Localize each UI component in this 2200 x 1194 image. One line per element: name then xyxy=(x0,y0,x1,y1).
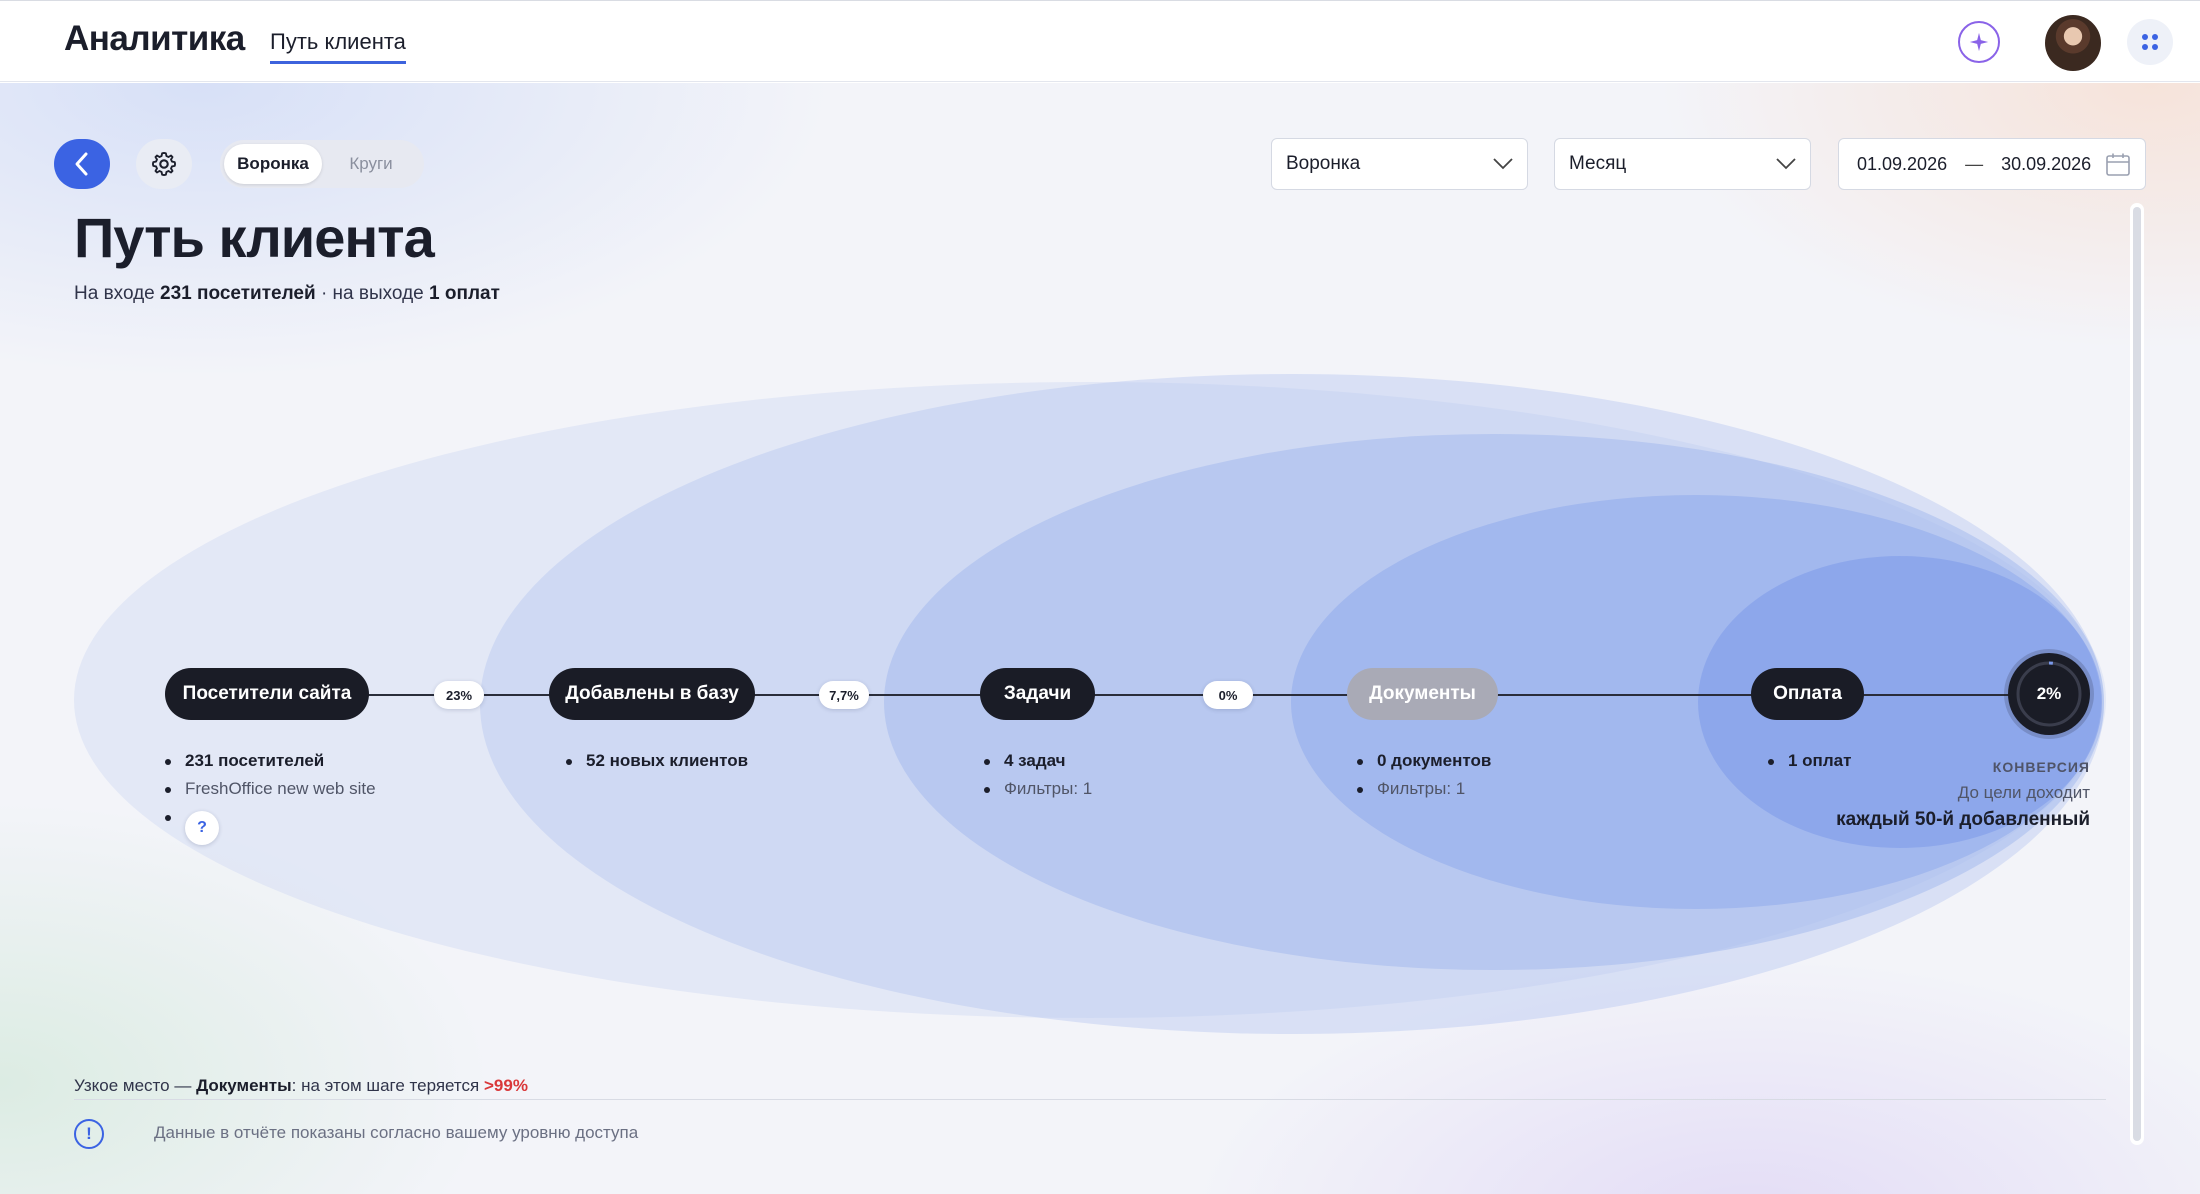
conversion-label: КОНВЕРСИЯ xyxy=(1992,759,2090,775)
subtitle-output-count: 1 оплат xyxy=(429,283,500,304)
added-stats: 52 новых клиентов xyxy=(566,747,748,775)
app-title: Аналитика xyxy=(64,19,245,58)
view-toggle-circles[interactable]: Круги xyxy=(322,144,420,184)
gear-icon xyxy=(151,151,177,177)
page-subtitle: На входе 231 посетителей · на выходе 1 о… xyxy=(74,283,500,305)
stat-item: 52 новых клиентов xyxy=(566,747,748,775)
period-select[interactable]: Месяц xyxy=(1554,138,1811,190)
bottleneck-middle: : на этом шаге теряется xyxy=(291,1076,480,1095)
step-payment[interactable]: Оплата xyxy=(1751,668,1864,720)
bottleneck-note: Узкое место — Документы: на этом шаге те… xyxy=(74,1076,528,1096)
info-icon: ! xyxy=(74,1119,104,1149)
user-avatar[interactable] xyxy=(2045,15,2101,71)
step-conversion-badge: 23% xyxy=(434,681,484,709)
stat-item: ? xyxy=(165,803,376,845)
step-visitors[interactable]: Посетители сайта xyxy=(165,668,369,720)
chevron-down-icon xyxy=(1776,158,1796,170)
date-range-picker[interactable]: 01.09.2026 — 30.09.2026 xyxy=(1838,138,2146,190)
date-separator: — xyxy=(1965,153,1984,174)
top-bar: Аналитика Путь клиента xyxy=(0,0,2200,82)
stat-item: 231 посетителей xyxy=(165,747,376,775)
apps-menu-button[interactable] xyxy=(2127,19,2173,65)
conversion-sub: До цели доходит xyxy=(1957,783,2090,802)
conversion-strong: каждый 50-й добавленный xyxy=(1836,809,2090,830)
stat-item: Фильтры: 1 xyxy=(984,775,1092,803)
stat-item: Фильтры: 1 xyxy=(1357,775,1491,803)
tasks-stats: 4 задач Фильтры: 1 xyxy=(984,747,1092,803)
stat-item: 0 документов xyxy=(1357,747,1491,775)
mode-select-value: Воронка xyxy=(1286,153,1361,174)
sparkle-icon xyxy=(1969,32,1989,52)
step-conversion-badge: 7,7% xyxy=(819,681,869,709)
subtitle-middle: · на выходе xyxy=(320,283,424,304)
footer-divider xyxy=(74,1099,2106,1100)
settings-button[interactable] xyxy=(136,139,192,189)
visitors-stats: 231 посетителей FreshOffice new web site… xyxy=(165,747,376,845)
view-toggle: Воронка Круги xyxy=(220,140,424,188)
subtitle-input-count: 231 посетителей xyxy=(160,283,316,304)
apps-grid-icon xyxy=(2142,34,2158,50)
step-documents[interactable]: Документы xyxy=(1347,668,1498,720)
access-info-text: Данные в отчёте показаны согласно вашему… xyxy=(154,1123,639,1142)
help-button[interactable]: ? xyxy=(185,811,219,845)
mode-select[interactable]: Воронка xyxy=(1271,138,1528,190)
report-canvas: Воронка Круги Воронка Месяц 01.09.2026 —… xyxy=(0,83,2200,1194)
date-from[interactable]: 01.09.2026 xyxy=(1857,154,1947,175)
conversion-progress-ring xyxy=(2016,661,2082,727)
bottleneck-step: Документы xyxy=(196,1076,292,1095)
ai-assistant-button[interactable] xyxy=(1958,21,2000,63)
back-button[interactable] xyxy=(54,139,110,189)
view-toggle-funnel[interactable]: Воронка xyxy=(224,144,322,184)
date-to[interactable]: 30.09.2026 xyxy=(2001,154,2091,175)
calendar-icon[interactable] xyxy=(2105,152,2131,178)
bottleneck-loss: >99% xyxy=(483,1076,528,1095)
page-title: Путь клиента xyxy=(74,206,435,269)
bottleneck-prefix: Узкое место — xyxy=(74,1076,192,1095)
step-tasks[interactable]: Задачи xyxy=(980,668,1095,720)
documents-stats: 0 документов Фильтры: 1 xyxy=(1357,747,1491,803)
subtitle-prefix: На входе xyxy=(74,283,155,304)
stat-item: FreshOffice new web site xyxy=(165,775,376,803)
scrollbar-thumb[interactable] xyxy=(2133,207,2141,1141)
breadcrumb-tab[interactable]: Путь клиента xyxy=(270,29,406,64)
stat-item: 4 задач xyxy=(984,747,1092,775)
chevron-left-icon xyxy=(75,152,88,176)
period-select-value: Месяц xyxy=(1569,153,1627,174)
step-conversion-badge: 0% xyxy=(1203,681,1253,709)
conversion-summary: КОНВЕРСИЯ До цели доходит каждый 50-й до… xyxy=(1836,759,2090,831)
chevron-down-icon xyxy=(1493,158,1513,170)
step-added-to-base[interactable]: Добавлены в базу xyxy=(549,668,755,720)
